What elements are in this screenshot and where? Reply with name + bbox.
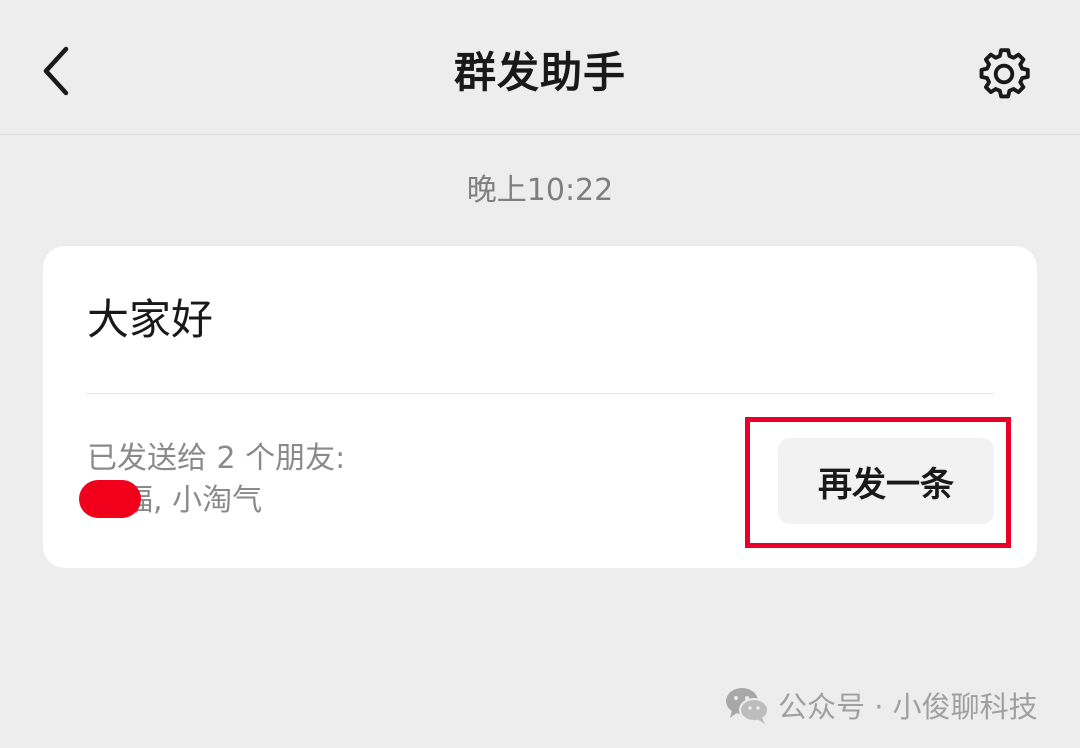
recipients-line: 福, 小淘气 bbox=[79, 480, 687, 522]
watermark: 公众号 · 小俊聊科技 bbox=[724, 680, 1038, 730]
settings-button[interactable] bbox=[966, 36, 1042, 112]
chevron-left-icon bbox=[43, 46, 69, 96]
sent-info: 已发送给 2 个朋友: 福, 小淘气 bbox=[79, 438, 687, 522]
back-button[interactable] bbox=[28, 36, 84, 106]
nav-bar: 群发助手 bbox=[0, 0, 1080, 135]
message-timestamp: 晚上10:22 bbox=[466, 173, 614, 208]
watermark-text: 公众号 · 小俊聊科技 bbox=[778, 690, 1038, 724]
wechat-icon bbox=[726, 688, 769, 724]
redaction-mark bbox=[79, 480, 141, 518]
message-text: 大家好 bbox=[87, 295, 214, 344]
card-divider bbox=[86, 393, 994, 394]
gear-icon bbox=[979, 48, 1030, 99]
sent-summary: 已发送给 2 个朋友: bbox=[87, 441, 346, 476]
page-title: 群发助手 bbox=[453, 48, 626, 97]
broadcast-message-card: 大家好 已发送给 2 个朋友: 福, 小淘气 再发一条 bbox=[43, 246, 1037, 568]
resend-button[interactable]: 再发一条 bbox=[778, 438, 994, 524]
